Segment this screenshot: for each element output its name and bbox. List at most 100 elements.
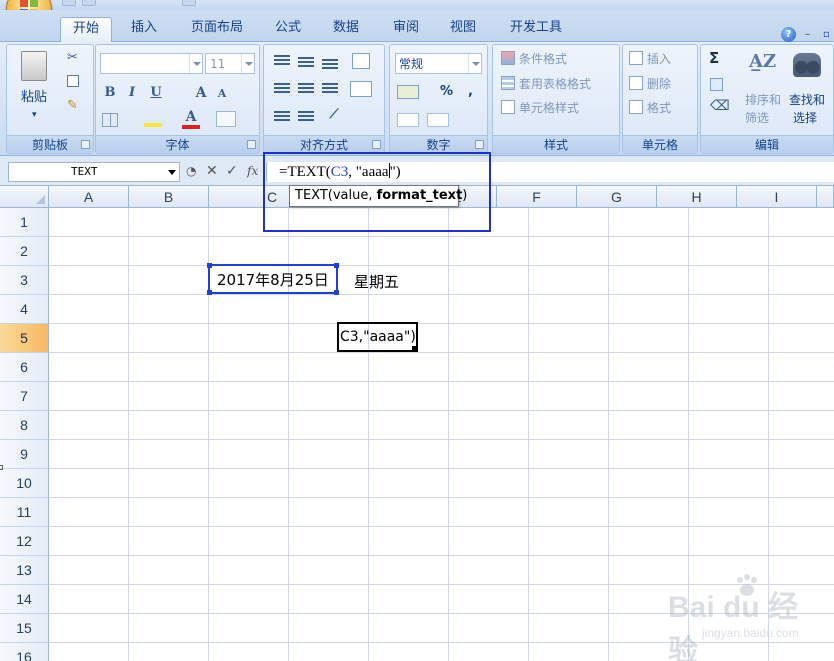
row-header[interactable]: 16 (0, 643, 49, 661)
row-header[interactable]: 2 (0, 237, 49, 266)
row-header[interactable]: 4 (0, 295, 49, 324)
cancel-icon[interactable]: ✕ (206, 164, 218, 178)
alignment-launcher-icon[interactable] (372, 140, 381, 149)
row-header[interactable]: 3 (0, 266, 49, 295)
clear-icon[interactable]: ⌫ (710, 99, 730, 113)
shrink-font-icon[interactable]: A (214, 87, 230, 100)
insert-function-button[interactable]: fx (247, 164, 258, 178)
conditional-format-icon[interactable] (501, 51, 515, 65)
align-bottom-icon[interactable] (322, 59, 338, 71)
delete-cells-icon[interactable] (629, 76, 643, 90)
tab-data[interactable]: 数据 (322, 17, 370, 42)
tab-developer[interactable]: 开发工具 (498, 17, 574, 42)
format-cells-button[interactable]: 格式 (647, 101, 671, 115)
column-header[interactable]: H (657, 186, 737, 208)
row-header[interactable]: 11 (0, 498, 49, 527)
bold-icon[interactable]: B (102, 85, 118, 100)
column-header[interactable]: F (497, 186, 577, 208)
cell-styles-icon[interactable] (501, 100, 515, 114)
format-cells-icon[interactable] (629, 100, 643, 114)
tab-insert[interactable]: 插入 (120, 17, 168, 42)
comma-button[interactable]: , (468, 85, 473, 99)
cell-c3[interactable]: 2017年8月25日 (217, 266, 329, 295)
row-header[interactable]: 5 (0, 324, 49, 353)
row-header[interactable]: 12 (0, 527, 49, 556)
filter-label[interactable]: 筛选 (745, 111, 769, 125)
tab-home[interactable]: 开始 (60, 17, 112, 43)
restore-icon[interactable]: ▫ (823, 30, 833, 40)
merge-center-icon[interactable] (350, 81, 372, 97)
clipboard-launcher-icon[interactable] (81, 140, 90, 149)
minimize-icon[interactable]: – (805, 30, 815, 40)
align-right-icon[interactable] (322, 83, 338, 95)
column-header[interactable]: A (49, 186, 129, 208)
name-box[interactable]: TEXT (8, 162, 180, 182)
column-header[interactable]: I (737, 186, 817, 208)
save-icon[interactable] (62, 0, 76, 6)
font-launcher-icon[interactable] (247, 140, 256, 149)
percent-button[interactable]: % (440, 85, 453, 99)
increase-indent-icon[interactable] (298, 111, 314, 123)
column-header[interactable]: B (129, 186, 209, 208)
italic-icon[interactable]: I (124, 85, 140, 100)
align-middle-icon[interactable] (298, 57, 314, 69)
phonetic-icon[interactable] (216, 111, 236, 127)
fill-color-icon[interactable] (144, 111, 162, 127)
select-label[interactable]: 选择 (793, 111, 817, 125)
name-box-dropdown-icon[interactable] (168, 170, 176, 175)
active-cell-d5[interactable]: C3,"aaaa") (337, 322, 418, 352)
conditional-format-button[interactable]: 条件格式 (519, 52, 567, 66)
column-header[interactable] (817, 186, 834, 208)
row-header[interactable]: 7 (0, 382, 49, 411)
format-painter-icon[interactable]: ✎ (67, 99, 78, 113)
row-header[interactable]: 8 (0, 411, 49, 440)
orientation-icon[interactable]: ⟋ (324, 107, 344, 122)
font-size-combo[interactable]: 11 (205, 53, 255, 74)
formula-bar-collapse-icon[interactable]: ◔ (186, 164, 196, 178)
decrease-decimal-icon[interactable] (427, 113, 449, 127)
number-launcher-icon[interactable] (475, 140, 484, 149)
sort-label[interactable]: 排序和 (745, 93, 781, 107)
delete-cells-button[interactable]: 删除 (647, 77, 671, 91)
wrap-text-icon[interactable] (352, 53, 370, 69)
align-left-icon[interactable] (274, 83, 290, 95)
align-center-icon[interactable] (298, 83, 314, 95)
number-format-combo[interactable]: 常规 (395, 53, 482, 74)
paste-icon[interactable] (21, 51, 47, 81)
table-format-icon[interactable] (501, 76, 515, 90)
underline-icon[interactable]: U (148, 85, 164, 100)
tab-view[interactable]: 视图 (439, 17, 487, 42)
cut-icon[interactable]: ✂ (67, 51, 78, 65)
find-label[interactable]: 查找和 (789, 93, 825, 107)
tab-page-layout[interactable]: 页面布局 (178, 17, 256, 42)
customize-icon[interactable] (182, 0, 196, 6)
tab-review[interactable]: 审阅 (382, 17, 430, 42)
font-color-icon[interactable]: A (182, 109, 200, 129)
tab-formulas[interactable]: 公式 (264, 17, 312, 42)
currency-icon[interactable] (397, 85, 419, 99)
cell-styles-button[interactable]: 单元格样式 (519, 101, 579, 115)
sort-filter-icon[interactable]: A̲Z (749, 51, 776, 72)
undo-icon[interactable] (82, 0, 96, 6)
paste-dropdown-icon[interactable]: ▾ (32, 108, 37, 122)
insert-cells-button[interactable]: 插入 (647, 52, 671, 66)
borders-icon[interactable] (102, 113, 118, 127)
paste-button[interactable]: 粘贴 (21, 91, 47, 105)
enter-icon[interactable]: ✓ (226, 164, 238, 178)
row-header[interactable]: 9 (0, 440, 49, 469)
select-all-corner[interactable] (0, 186, 49, 208)
cell-d3[interactable]: 星期五 (354, 268, 399, 297)
row-header[interactable]: 10 (0, 469, 49, 498)
row-header[interactable]: 14 (0, 585, 49, 614)
row-header[interactable]: 6 (0, 353, 49, 382)
column-header[interactable]: G (577, 186, 657, 208)
row-header[interactable]: 1 (0, 208, 49, 237)
help-icon[interactable]: ? (781, 27, 796, 42)
find-binoculars-icon[interactable] (793, 53, 821, 77)
fill-icon[interactable] (710, 78, 723, 91)
grow-font-icon[interactable]: A (192, 85, 210, 101)
row-header[interactable]: 13 (0, 556, 49, 585)
font-name-combo[interactable] (100, 53, 203, 74)
increase-decimal-icon[interactable] (397, 113, 419, 127)
decrease-indent-icon[interactable] (274, 111, 290, 123)
